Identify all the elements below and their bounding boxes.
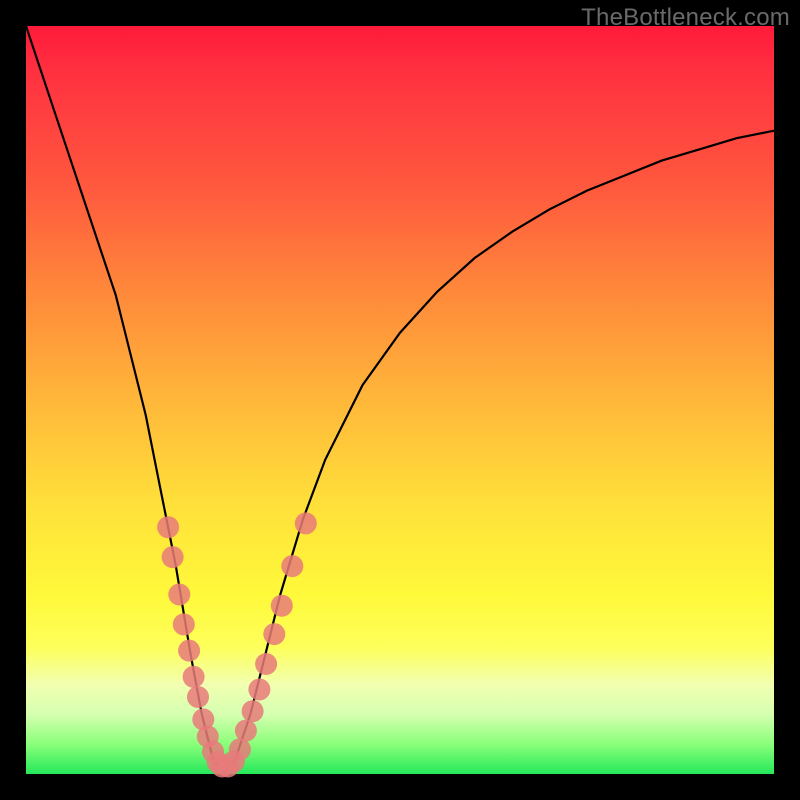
watermark-text: TheBottleneck.com — [581, 4, 790, 32]
data-marker — [248, 679, 270, 701]
data-marker — [157, 516, 179, 538]
data-marker — [178, 640, 200, 662]
plot-area — [26, 26, 774, 774]
data-marker — [263, 623, 285, 645]
data-marker — [242, 700, 264, 722]
data-marker — [295, 512, 317, 534]
data-marker — [255, 653, 277, 675]
data-marker — [168, 584, 190, 606]
data-marker — [183, 666, 205, 688]
data-marker — [281, 555, 303, 577]
chart-frame: TheBottleneck.com — [0, 0, 800, 800]
bottleneck-curve — [26, 26, 774, 774]
data-marker — [229, 738, 251, 760]
data-marker — [162, 546, 184, 568]
data-marker — [235, 720, 257, 742]
data-marker — [271, 595, 293, 617]
data-marker — [173, 613, 195, 635]
data-marker — [187, 686, 209, 708]
curve-layer — [26, 26, 774, 774]
